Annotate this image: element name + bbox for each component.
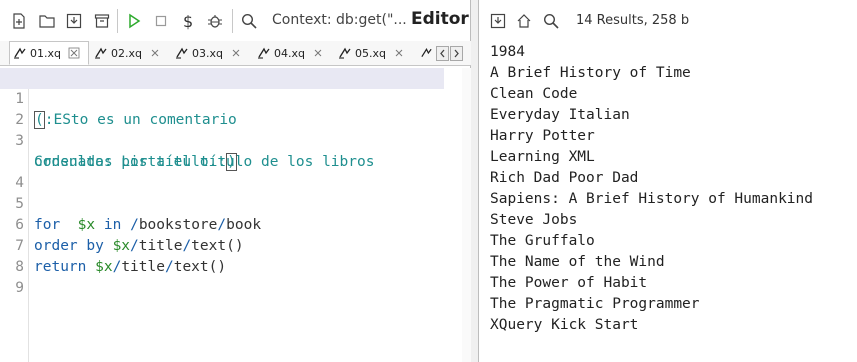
tab-01-xq[interactable]: 01.xq	[9, 41, 89, 65]
tab-03-xq[interactable]: 03.xq	[172, 41, 252, 65]
editor-scrollbar[interactable]	[462, 68, 471, 362]
tab-overflow[interactable]	[417, 41, 433, 65]
debug-bug-icon[interactable]	[205, 11, 225, 31]
result-item: XQuery Kick Start	[490, 317, 639, 333]
results-count: 14 Results, 258 b	[576, 13, 690, 28]
result-list[interactable]: 1984 A Brief History of Time Clean Code …	[490, 42, 813, 336]
pane-splitter[interactable]	[471, 0, 478, 362]
code-line[interactable]: 4	[0, 152, 462, 191]
close-icon[interactable]	[149, 47, 161, 59]
editor-toolbar: $ Context: db:get("... Editor	[0, 0, 471, 40]
code-line[interactable]: 6 order by $x/title/text()	[0, 194, 462, 254]
xquery-file-icon	[176, 47, 188, 59]
result-item: Harry Potter	[490, 128, 595, 144]
svg-text:$: $	[183, 12, 193, 30]
archive-icon[interactable]	[92, 11, 112, 31]
tab-04-xq[interactable]: 04.xq	[254, 41, 334, 65]
result-item: The Pragmatic Programmer	[490, 296, 700, 312]
open-folder-icon[interactable]	[37, 11, 57, 31]
line-number: 9	[15, 280, 24, 296]
export-icon[interactable]	[488, 11, 508, 31]
result-item: Sapiens: A Brief History of Humankind	[490, 191, 814, 207]
stop-icon[interactable]	[151, 11, 171, 31]
code-line[interactable]: 3 Consulta: Lista el título de los libro…	[0, 110, 462, 170]
code-line[interactable]: 5 for $x in /bookstore/book	[0, 173, 462, 233]
home-icon[interactable]	[514, 11, 534, 31]
code-line[interactable]: 7 return $x/title/text()	[0, 215, 462, 275]
xquery-file-icon	[95, 47, 107, 59]
context-label[interactable]: Context: db:get("...	[272, 12, 407, 28]
run-icon[interactable]	[124, 11, 144, 31]
result-item: The Power of Habit	[490, 275, 648, 291]
tab-label: 02.xq	[111, 46, 142, 60]
tab-scroll-left-icon[interactable]	[436, 46, 449, 61]
tab-02-xq[interactable]: 02.xq	[91, 41, 171, 65]
close-icon[interactable]	[68, 47, 80, 59]
file-tabs: 01.xq 02.xq 03.xq 04.xq 05.xq	[0, 41, 471, 66]
tab-label: 04.xq	[274, 46, 305, 60]
result-item: Everyday Italian	[490, 107, 630, 123]
code-line[interactable]: 9	[0, 257, 462, 296]
editor-title: Editor	[411, 9, 469, 29]
close-icon[interactable]	[312, 47, 324, 59]
tab-label: 01.xq	[30, 46, 61, 60]
toolbar-separator	[232, 9, 233, 33]
save-icon[interactable]	[64, 11, 84, 31]
result-item: Learning XML	[490, 149, 595, 165]
code-line[interactable]: 8	[0, 236, 462, 275]
editor-pane: $ Context: db:get("... Editor 01.xq 02.x…	[0, 0, 471, 362]
new-file-icon[interactable]	[9, 11, 29, 31]
xquery-file-icon	[14, 47, 26, 59]
code-line[interactable]: 1 (:ESto es un comentario	[0, 68, 444, 129]
tab-scroll-right-icon[interactable]	[450, 46, 463, 61]
result-pane: 14 Results, 258 b 1984 A Brief History o…	[478, 0, 857, 362]
close-icon[interactable]	[230, 47, 242, 59]
code-editor[interactable]: 1 (:ESto es un comentario 2 3 Consulta: …	[0, 68, 462, 296]
toolbar-separator	[117, 9, 118, 33]
code-line[interactable]: ordenados por título.:)	[0, 131, 462, 171]
result-toolbar: 14 Results, 258 b	[479, 0, 857, 40]
result-item: The Gruffalo	[490, 233, 595, 249]
result-item: The Name of the Wind	[490, 254, 665, 270]
result-item: Rich Dad Poor Dad	[490, 170, 639, 186]
result-item: A Brief History of Time	[490, 65, 691, 81]
xquery-file-icon	[339, 47, 351, 59]
tab-label: 03.xq	[192, 46, 223, 60]
result-item: Steve Jobs	[490, 212, 578, 228]
result-item: 1984	[490, 44, 525, 60]
search-icon[interactable]	[541, 11, 561, 31]
close-icon[interactable]	[393, 47, 405, 59]
xquery-file-icon	[258, 47, 270, 59]
xquery-file-icon	[421, 48, 432, 58]
dollar-icon[interactable]: $	[178, 11, 198, 31]
result-item: Clean Code	[490, 86, 578, 102]
code-line[interactable]: 2	[0, 89, 462, 128]
tab-05-xq[interactable]: 05.xq	[335, 41, 415, 65]
tab-label: 05.xq	[355, 46, 386, 60]
search-icon[interactable]	[239, 11, 259, 31]
